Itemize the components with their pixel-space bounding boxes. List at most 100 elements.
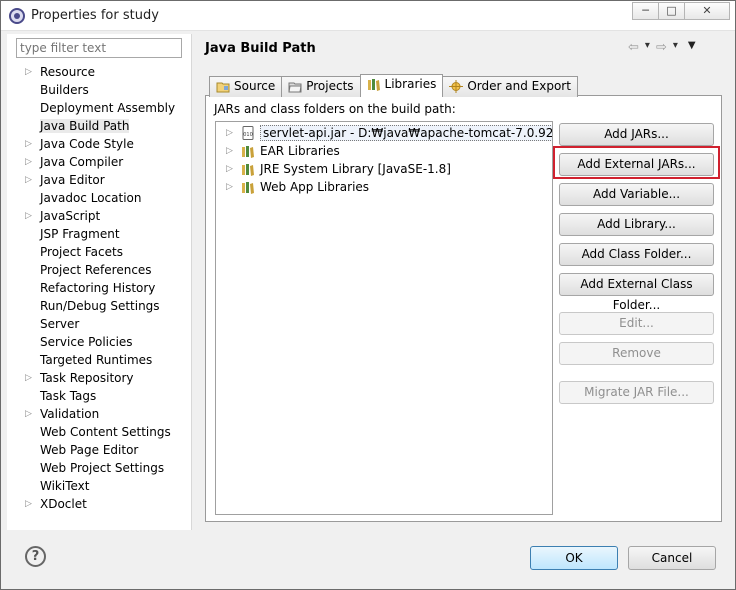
library-icon — [242, 182, 254, 194]
cancel-button[interactable]: Cancel — [628, 546, 716, 570]
nav-item[interactable]: Service Policies — [7, 333, 191, 351]
nav-item[interactable]: Server — [7, 315, 191, 333]
nav-item-label: Java Compiler — [40, 155, 124, 169]
back-arrow-icon[interactable]: ⇦ — [628, 40, 639, 55]
nav-item-label: Task Repository — [40, 371, 134, 385]
nav-item-label: WikiText — [40, 479, 90, 493]
tree-item-label: JRE System Library [JavaSE-1.8] — [260, 162, 451, 176]
expand-arrow-icon[interactable]: ▷ — [25, 207, 35, 225]
nav-item-label: Java Build Path — [40, 119, 130, 133]
nav-item-label: XDoclet — [40, 497, 87, 511]
tab-label: Projects — [306, 79, 354, 93]
nav-item-label: Builders — [40, 83, 89, 97]
expand-arrow-icon[interactable]: ▷ — [25, 153, 35, 171]
nav-item-label: Web Content Settings — [40, 425, 171, 439]
expand-arrow-icon[interactable]: ▷ — [25, 171, 35, 189]
filter-input[interactable] — [16, 38, 182, 58]
nav-item-label: Server — [40, 317, 80, 331]
expand-arrow-icon[interactable]: ▷ — [25, 135, 35, 153]
nav-item-label: Task Tags — [40, 389, 97, 403]
nav-item[interactable]: Task Tags — [7, 387, 191, 405]
tab-projects[interactable]: Projects — [281, 76, 361, 97]
expand-arrow-icon[interactable]: ▷ — [226, 160, 233, 178]
nav-item[interactable]: JSP Fragment — [7, 225, 191, 243]
title-bar[interactable]: Properties for study ─ □ ✕ — [1, 1, 735, 31]
nav-item-label: Java Editor — [40, 173, 105, 187]
library-icon — [242, 146, 254, 158]
nav-item-label: Java Code Style — [40, 137, 134, 151]
ok-button[interactable]: OK — [530, 546, 618, 570]
nav-item-label: Validation — [40, 407, 100, 421]
nav-item[interactable]: Project Facets — [7, 243, 191, 261]
source-folder-icon — [216, 82, 230, 93]
nav-item[interactable]: ▷ Task Repository — [7, 369, 191, 387]
nav-item[interactable]: ▷ JavaScript — [7, 207, 191, 225]
forward-arrow-icon[interactable]: ⇨ — [656, 40, 667, 55]
nav-item[interactable]: Javadoc Location — [7, 189, 191, 207]
nav-item[interactable]: Project References — [7, 261, 191, 279]
expand-arrow-icon[interactable]: ▷ — [226, 124, 233, 142]
add-jars-button[interactable]: Add JARs... — [559, 123, 714, 146]
expand-arrow-icon[interactable]: ▷ — [25, 405, 35, 423]
nav-item[interactable]: ▷ Resource — [7, 63, 191, 81]
nav-item[interactable]: Run/Debug Settings — [7, 297, 191, 315]
order-export-icon — [449, 80, 464, 93]
edit-button[interactable]: Edit... — [559, 312, 714, 335]
tree-item-ear-libraries[interactable]: ▷ EAR Libraries — [216, 142, 552, 160]
expand-arrow-icon[interactable]: ▷ — [25, 495, 35, 513]
tab-source[interactable]: Source — [209, 76, 283, 97]
nav-item-label: Run/Debug Settings — [40, 299, 160, 313]
tab-label: Source — [234, 79, 276, 93]
nav-item[interactable]: Builders — [7, 81, 191, 99]
view-menu-icon[interactable]: ▼ — [688, 40, 696, 55]
nav-item[interactable]: WikiText — [7, 477, 191, 495]
tab-libraries[interactable]: Libraries — [359, 74, 444, 97]
nav-item-label: Web Page Editor — [40, 443, 139, 457]
close-button[interactable]: ✕ — [684, 2, 730, 20]
window-title: Properties for study — [31, 8, 159, 23]
nav-item[interactable]: ▷ XDoclet — [7, 495, 191, 513]
nav-item[interactable]: Web Page Editor — [7, 441, 191, 459]
migrate-jar-button[interactable]: Migrate JAR File... — [559, 381, 714, 404]
svg-text:010: 010 — [243, 132, 253, 138]
tab-order-export[interactable]: Order and Export — [442, 76, 578, 97]
property-page-tree: ▷ Resource Builders Deployment Assembly Java… — [7, 63, 191, 513]
nav-item[interactable]: ▷ Java Compiler — [7, 153, 191, 171]
add-class-folder-button[interactable]: Add Class Folder... — [559, 243, 714, 266]
tree-item-servlet-jar[interactable]: ▷ 010 servlet-api.jar - D:₩java₩apache-t… — [216, 124, 552, 142]
tree-item-label: Web App Libraries — [260, 180, 370, 194]
nav-item-label: Resource — [40, 65, 96, 79]
nav-item-label: Service Policies — [40, 335, 133, 349]
nav-item[interactable]: Targeted Runtimes — [7, 351, 191, 369]
nav-item[interactable]: Web Content Settings — [7, 423, 191, 441]
tree-item-label: EAR Libraries — [260, 144, 340, 158]
nav-item-label: Javadoc Location — [40, 191, 142, 205]
expand-arrow-icon[interactable]: ▷ — [226, 178, 233, 196]
help-icon[interactable]: ? — [25, 546, 46, 567]
remove-button[interactable]: Remove — [559, 342, 714, 365]
tree-item-jre-library[interactable]: ▷ JRE System Library [JavaSE-1.8] — [216, 160, 552, 178]
nav-item[interactable]: ▷ Validation — [7, 405, 191, 423]
tree-item-label: servlet-api.jar - D:₩java₩apache-tomcat-… — [260, 125, 552, 141]
add-library-button[interactable]: Add Library... — [559, 213, 714, 236]
minimize-button[interactable]: ─ — [632, 2, 659, 20]
window-controls: ─ □ ✕ — [632, 2, 730, 20]
back-dropdown-icon[interactable]: ▾ — [645, 40, 650, 55]
nav-item[interactable]: Deployment Assembly — [7, 99, 191, 117]
add-external-class-folder-button[interactable]: Add External Class Folder... — [559, 273, 714, 312]
nav-item[interactable]: Refactoring History — [7, 279, 191, 297]
nav-item[interactable]: Web Project Settings — [7, 459, 191, 477]
nav-item[interactable]: ▷ Java Code Style — [7, 135, 191, 153]
tab-label: Order and Export — [467, 79, 571, 93]
forward-dropdown-icon[interactable]: ▾ — [673, 40, 678, 55]
nav-item-label: Targeted Runtimes — [40, 353, 153, 367]
nav-item[interactable]: ▷ Java Editor — [7, 171, 191, 189]
nav-item[interactable]: Java Build Path — [7, 117, 191, 135]
expand-arrow-icon[interactable]: ▷ — [25, 63, 35, 81]
expand-arrow-icon[interactable]: ▷ — [226, 142, 233, 160]
tree-item-web-app-libraries[interactable]: ▷ Web App Libraries — [216, 178, 552, 196]
maximize-button[interactable]: □ — [658, 2, 685, 20]
nav-item-label: Project References — [40, 263, 152, 277]
expand-arrow-icon[interactable]: ▷ — [25, 369, 35, 387]
add-variable-button[interactable]: Add Variable... — [559, 183, 714, 206]
